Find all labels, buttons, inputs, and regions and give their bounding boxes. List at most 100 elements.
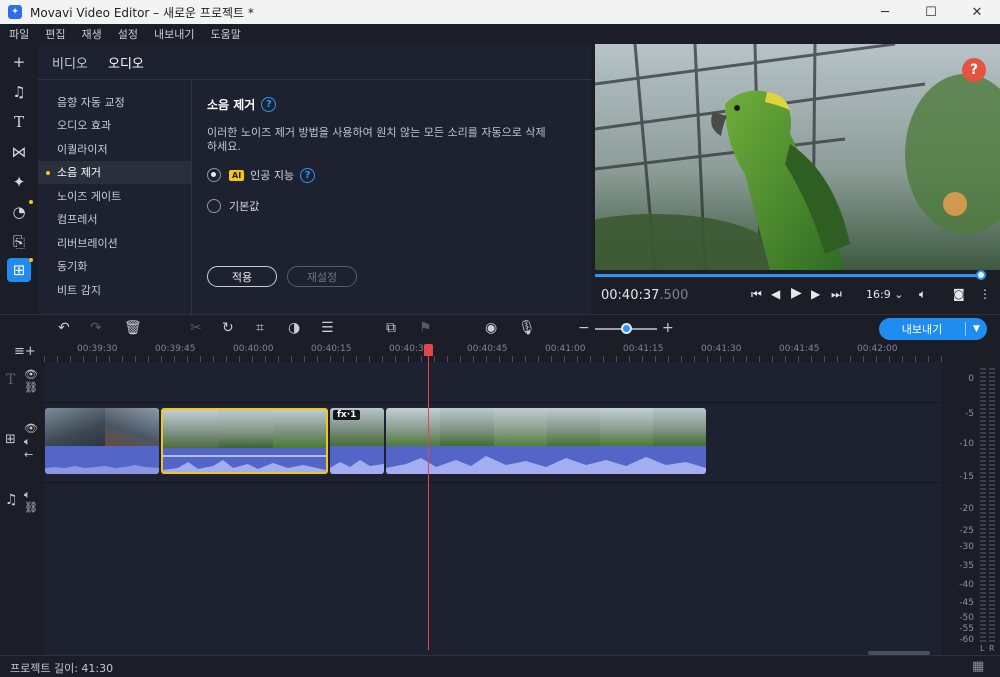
category-sync[interactable]: 동기화 [38, 255, 191, 279]
video-preview[interactable]: ? [595, 44, 1000, 270]
video-clip-selected[interactable] [161, 408, 328, 474]
visibility-eye-icon[interactable]: 👁︎ [24, 368, 38, 381]
category-audio-effects[interactable]: 오디오 효과 [38, 114, 191, 138]
grid-view-icon[interactable]: ▦ [972, 659, 984, 674]
timeline-ruler[interactable]: ≡+ 00:39:30 00:39:45 00:40:00 00:40:15 0… [0, 342, 942, 362]
category-compressor[interactable]: 컴프레서 [38, 208, 191, 232]
play-icon[interactable]: ▶ [791, 285, 802, 301]
speaker-icon[interactable]: 🔈︎ [24, 488, 31, 502]
db-label: -60 [959, 635, 974, 645]
cut-icon[interactable]: ✂ [190, 320, 202, 336]
video-clip[interactable]: fx·1 [330, 408, 384, 474]
color-adjust-icon[interactable]: ◑ [288, 320, 300, 336]
apply-button[interactable]: 적용 [207, 266, 277, 287]
visibility-eye-icon[interactable]: 👁︎ [24, 422, 38, 435]
menu-settings[interactable]: 설정 [111, 26, 145, 42]
titles-icon[interactable]: T [7, 110, 31, 134]
horizontal-scrollbar[interactable] [868, 651, 930, 655]
aspect-ratio-select[interactable]: 16:9 ⌄ [866, 288, 903, 301]
zoom-in-icon[interactable]: + [662, 320, 674, 336]
arrow-left-icon[interactable]: ← [24, 448, 33, 461]
chevron-down-icon[interactable]: ▼ [966, 324, 987, 334]
stickers-icon[interactable]: ⎘ [7, 230, 31, 254]
db-label: -55 [959, 624, 974, 634]
volume-icon[interactable]: 🔈︎ [919, 287, 926, 302]
audio-waveform [45, 446, 159, 474]
clip-properties-icon[interactable]: ☰ [321, 320, 334, 336]
microphone-icon[interactable]: 🎙︎ [518, 320, 536, 336]
speaker-icon[interactable]: 🔈︎ [24, 435, 31, 449]
category-reverb[interactable]: 리버브레이션 [38, 231, 191, 255]
magic-wand-icon[interactable]: ✦ [7, 170, 31, 194]
category-noise-removal[interactable]: 소음 제거 [38, 160, 191, 184]
ruler-label: 00:41:15 [623, 344, 664, 354]
video-clip[interactable] [386, 408, 706, 474]
transitions-icon[interactable]: ⋈ [7, 140, 31, 164]
skip-to-end-icon[interactable]: ⏭ [831, 287, 842, 302]
text-track[interactable] [44, 362, 942, 402]
ai-radio[interactable] [207, 168, 221, 182]
playhead[interactable] [428, 345, 429, 650]
reset-button[interactable]: 재설정 [287, 266, 357, 287]
rotate-icon[interactable]: ↻ [222, 320, 234, 336]
effects-badge[interactable]: fx·1 [333, 410, 361, 420]
option-default-row[interactable]: 기본값 [207, 198, 259, 214]
timeline-tracks[interactable]: fx·1 [44, 362, 942, 655]
ruler-label: 00:40:00 [233, 344, 274, 354]
skip-to-start-icon[interactable]: ⏮ [751, 287, 762, 302]
db-label: 0 [968, 374, 974, 384]
preview-frame-image [595, 44, 1000, 270]
seek-bar[interactable] [595, 274, 985, 277]
maximize-button[interactable]: ☐ [908, 0, 954, 24]
ruler-label: 00:41:45 [779, 344, 820, 354]
zoom-slider-handle[interactable] [621, 323, 632, 334]
more-tools-icon[interactable]: ⊞ [7, 258, 31, 282]
tab-audio[interactable]: 오디오 [108, 53, 144, 72]
tab-video[interactable]: 비디오 [52, 53, 88, 72]
menu-help[interactable]: 도움말 [203, 26, 247, 42]
previous-frame-icon[interactable]: ◀︎ [771, 287, 780, 301]
minimize-button[interactable]: ─ [862, 0, 908, 24]
more-options-icon[interactable]: ⋮ [979, 287, 991, 301]
ai-help-icon[interactable]: ? [300, 167, 316, 183]
undo-icon[interactable]: ↶ [58, 320, 70, 336]
category-beat-detection[interactable]: 비트 감지 [38, 278, 191, 302]
link-icon[interactable]: ⛓︎ [24, 501, 38, 514]
menu-edit[interactable]: 편집 [38, 26, 72, 42]
timecode: 00:40:37.500 [601, 288, 689, 303]
webcam-record-icon[interactable]: ◉ [485, 320, 497, 336]
meter-right-channel [989, 368, 995, 644]
menu-playback[interactable]: 재생 [75, 26, 109, 42]
next-frame-icon[interactable]: ▶︎ [811, 287, 820, 301]
add-files-icon[interactable]: + [7, 50, 31, 74]
option-ai-row[interactable]: AI 인공 지능 ? [207, 167, 316, 183]
category-equalizer[interactable]: 이퀄라이저 [38, 137, 191, 161]
add-track-icon[interactable]: ≡+ [14, 344, 36, 359]
audio-level-meter: 0 -5 -10 -15 -20 -25 -30 -35 -40 -45 -50… [942, 362, 1000, 655]
crop-icon[interactable]: ⌗ [256, 320, 264, 336]
filters-icon[interactable]: ◔ [7, 200, 31, 224]
redo-icon[interactable]: ↷ [90, 320, 102, 336]
playhead-handle[interactable] [424, 344, 433, 356]
help-icon[interactable]: ? [261, 97, 277, 112]
category-auto-correction[interactable]: 음향 자동 교정 [38, 90, 191, 114]
zoom-out-icon[interactable]: − [578, 320, 590, 336]
default-radio[interactable] [207, 199, 221, 213]
export-button[interactable]: 내보내기 ▼ [879, 318, 987, 340]
overlay-icon[interactable]: ⧉ [386, 320, 396, 336]
video-clip[interactable] [45, 408, 159, 474]
menu-file[interactable]: 파일 [2, 26, 36, 42]
seek-handle[interactable] [976, 270, 987, 280]
music-icon[interactable]: ♫ [7, 80, 31, 104]
snapshot-icon[interactable]: ◙ [953, 287, 965, 301]
music-track[interactable] [44, 482, 942, 655]
menu-export[interactable]: 내보내기 [147, 26, 201, 42]
app-logo-icon: ✦ [8, 5, 22, 19]
link-icon[interactable]: ⛓︎ [24, 381, 38, 394]
close-button[interactable]: ✕ [954, 0, 1000, 24]
category-noise-gate[interactable]: 노이즈 게이트 [38, 184, 191, 208]
right-channel-label: R [989, 644, 995, 653]
marker-flag-icon[interactable]: ⚑ [419, 320, 432, 336]
delete-icon[interactable]: 🗑︎ [124, 320, 142, 336]
help-circle-icon[interactable]: ? [962, 58, 986, 82]
